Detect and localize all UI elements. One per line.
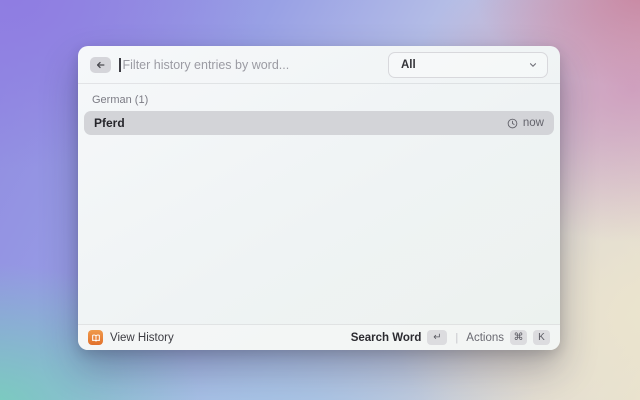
command-title: View History — [110, 331, 174, 344]
k-key-icon: K — [533, 330, 550, 345]
filter-dropdown-value: All — [401, 58, 416, 71]
history-book-icon — [88, 330, 103, 345]
search-bar: All — [78, 46, 560, 84]
primary-action-label: Search Word — [350, 331, 422, 344]
return-key-icon: ↵ — [427, 330, 448, 345]
footer-divider: | — [455, 331, 459, 344]
actions-label: Actions — [466, 331, 504, 344]
list-item-pferd[interactable]: Pferd now — [84, 111, 554, 135]
app-window: All German (1) Pferd now — [78, 46, 560, 350]
back-button[interactable] — [90, 56, 111, 73]
history-list: German (1) Pferd now — [78, 84, 560, 324]
primary-action-button[interactable]: Search Word ↵ — [351, 330, 448, 345]
section-header: German (1) — [92, 94, 149, 106]
timestamp-label: now — [522, 117, 544, 129]
actions-menu-button[interactable]: Actions ⌘ K — [466, 330, 550, 345]
list-item-title: Pferd — [94, 116, 125, 130]
filter-dropdown[interactable]: All — [388, 51, 548, 78]
search-input[interactable] — [120, 57, 388, 72]
chevron-down-icon — [528, 60, 538, 70]
back-arrow-icon — [95, 60, 106, 70]
footer-bar: View History Search Word ↵ | Actions ⌘ K — [78, 324, 560, 350]
clock-icon — [507, 118, 518, 129]
desktop-background: { "window": { "header": { "search_placeh… — [0, 0, 640, 400]
list-item-accessory: now — [507, 117, 544, 129]
command-key-icon: ⌘ — [510, 330, 527, 345]
